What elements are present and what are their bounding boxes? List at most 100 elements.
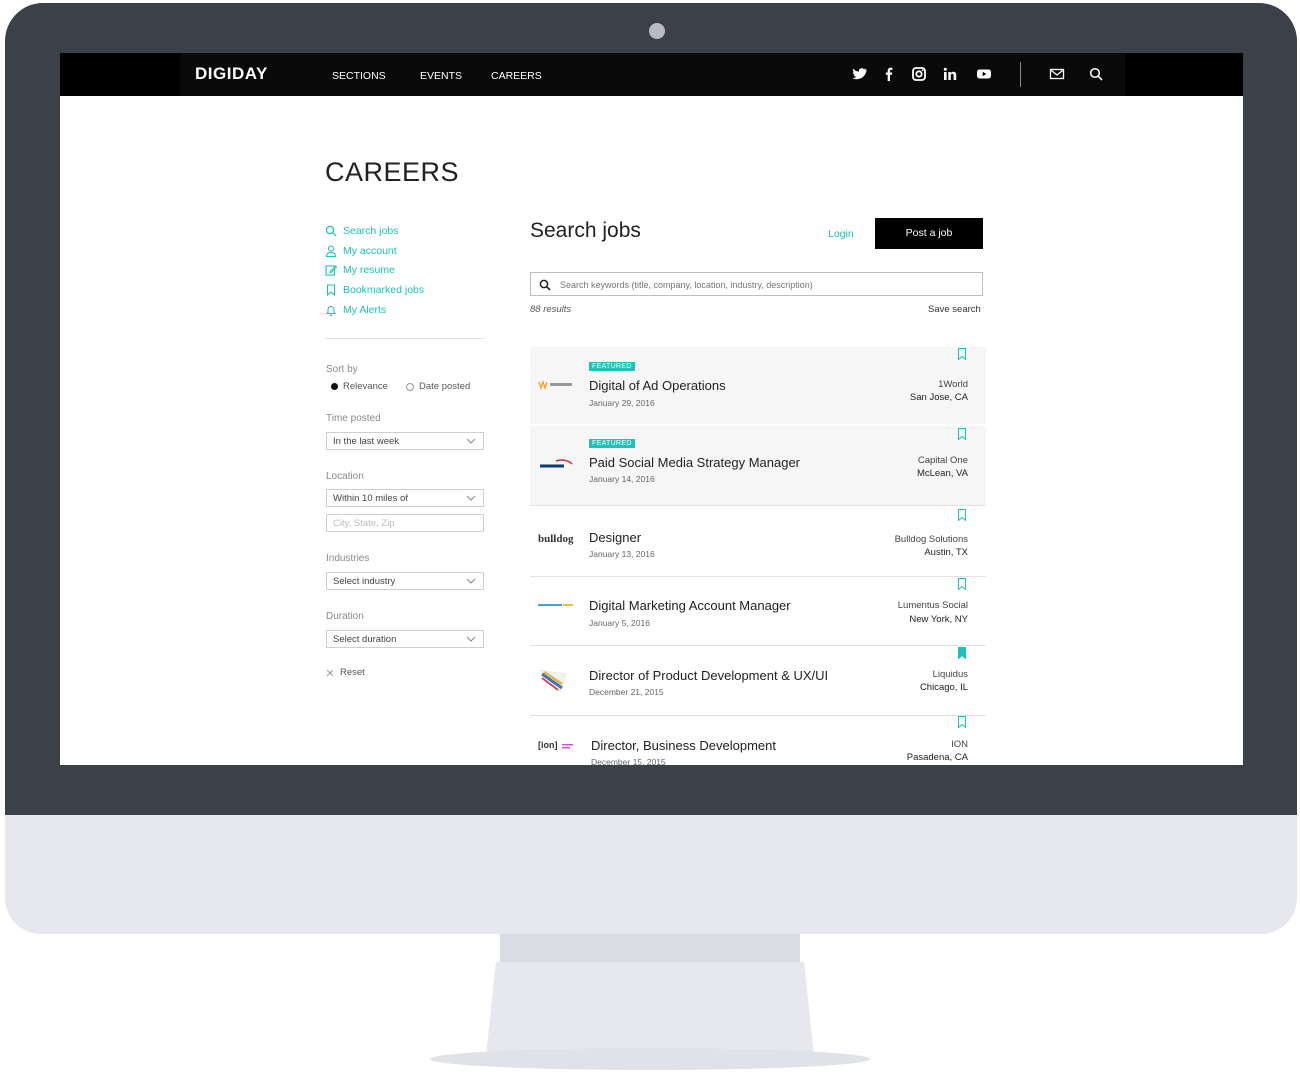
reset-button[interactable]: Reset bbox=[326, 667, 365, 678]
job-location: Chicago, IL bbox=[919, 682, 968, 693]
featured-badge: FEATURED bbox=[589, 439, 635, 448]
job-date: January 5, 2016 bbox=[589, 618, 650, 628]
job-title[interactable]: Director, Business Development bbox=[591, 738, 776, 753]
select-value: Select industry bbox=[333, 576, 396, 587]
sidebar-item-my-alerts[interactable]: My Alerts bbox=[325, 304, 386, 316]
company-logo-ion: [ion] bbox=[538, 740, 558, 750]
job-location: San Jose, CA bbox=[909, 392, 968, 403]
radio-label: Date posted bbox=[419, 381, 471, 392]
job-card[interactable]: [ion] Director, Business Development Dec… bbox=[530, 716, 986, 765]
nav-sections[interactable]: SECTIONS bbox=[332, 70, 386, 82]
linkedin-icon[interactable] bbox=[942, 66, 958, 82]
time-posted-label: Time posted bbox=[326, 413, 381, 424]
location-input[interactable]: City, State, Zip bbox=[326, 514, 484, 532]
location-label: Location bbox=[326, 471, 364, 482]
sidebar-item-label: Search jobs bbox=[343, 225, 399, 237]
youtube-icon[interactable] bbox=[976, 66, 992, 82]
page-title: CAREERS bbox=[325, 157, 460, 187]
industries-select[interactable]: Select industry bbox=[326, 572, 484, 590]
company-logo-liquidus bbox=[539, 669, 567, 693]
user-icon bbox=[325, 245, 337, 257]
sidebar-item-label: My resume bbox=[343, 264, 395, 276]
job-date: December 15, 2015 bbox=[591, 757, 666, 765]
reset-label: Reset bbox=[340, 667, 365, 678]
chevron-down-icon bbox=[466, 636, 476, 642]
job-company: 1World bbox=[938, 379, 968, 390]
job-location: Austin, TX bbox=[924, 547, 968, 558]
search-input[interactable] bbox=[558, 276, 972, 294]
bookmark-icon bbox=[326, 284, 336, 296]
monitor-neck bbox=[500, 934, 800, 962]
bookmark-icon[interactable] bbox=[958, 428, 966, 440]
sidebar-item-bookmarked-jobs[interactable]: Bookmarked jobs bbox=[325, 284, 424, 296]
monitor-stand bbox=[486, 962, 814, 1056]
select-value: In the last week bbox=[333, 436, 400, 447]
sidebar-item-my-account[interactable]: My account bbox=[325, 245, 397, 257]
featured-badge: FEATURED bbox=[589, 362, 635, 371]
sidebar-item-my-resume[interactable]: My resume bbox=[325, 264, 395, 276]
job-card[interactable]: bulldog Designer January 13, 2016 Bulldo… bbox=[530, 508, 986, 577]
monitor-chin bbox=[5, 815, 1297, 934]
site-logo[interactable]: DIGIDAY bbox=[195, 64, 268, 84]
job-card[interactable]: FEATURED Paid Social Media Strategy Mana… bbox=[530, 426, 986, 506]
time-posted-select[interactable]: In the last week bbox=[326, 432, 484, 450]
duration-label: Duration bbox=[326, 611, 364, 622]
job-title[interactable]: Digital of Ad Operations bbox=[589, 378, 726, 393]
login-link[interactable]: Login bbox=[828, 228, 854, 240]
job-card[interactable]: Digital Marketing Account Manager Januar… bbox=[530, 577, 986, 646]
close-icon bbox=[326, 669, 334, 676]
job-location: Pasadena, CA bbox=[906, 752, 968, 763]
results-count: 88 results bbox=[530, 304, 572, 315]
save-search-link[interactable]: Save search bbox=[928, 304, 981, 315]
twitter-icon[interactable] bbox=[851, 66, 867, 82]
bookmark-icon[interactable] bbox=[958, 578, 966, 590]
job-date: January 13, 2016 bbox=[589, 549, 655, 559]
instagram-icon[interactable] bbox=[911, 66, 927, 82]
bookmark-filled-icon[interactable] bbox=[958, 647, 966, 659]
job-date: January 29, 2016 bbox=[589, 398, 655, 408]
sort-by-label: Sort by bbox=[326, 364, 358, 375]
job-company: Capital One bbox=[917, 455, 968, 466]
bookmark-icon[interactable] bbox=[958, 716, 966, 728]
sort-date-posted-radio[interactable]: Date posted bbox=[406, 381, 470, 392]
sidebar-item-search-jobs[interactable]: Search jobs bbox=[325, 225, 398, 237]
navbar-divider bbox=[1020, 62, 1021, 87]
job-search-box bbox=[530, 272, 983, 296]
job-title[interactable]: Designer bbox=[589, 530, 641, 545]
job-card[interactable]: FEATURED Digital of Ad Operations Januar… bbox=[530, 347, 986, 424]
duration-select[interactable]: Select duration bbox=[326, 630, 484, 648]
search-icon bbox=[539, 279, 551, 291]
chevron-down-icon bbox=[466, 495, 476, 501]
job-company: Liquidus bbox=[932, 669, 968, 680]
camera-icon bbox=[649, 23, 665, 39]
mail-icon[interactable] bbox=[1049, 66, 1065, 82]
job-company: ION bbox=[951, 739, 968, 750]
sort-relevance-radio[interactable]: Relevance bbox=[331, 381, 388, 392]
location-radius-select[interactable]: Within 10 miles of bbox=[326, 489, 484, 507]
company-logo-bulldog: bulldog bbox=[538, 533, 574, 545]
company-logo-1world bbox=[538, 379, 572, 391]
job-title[interactable]: Digital Marketing Account Manager bbox=[589, 598, 791, 613]
bookmark-icon[interactable] bbox=[958, 509, 966, 521]
sidebar-item-label: My Alerts bbox=[343, 304, 387, 316]
job-location: McLean, VA bbox=[916, 468, 968, 479]
job-date: December 21, 2015 bbox=[589, 687, 664, 697]
search-icon[interactable] bbox=[1088, 66, 1104, 82]
bell-icon bbox=[325, 306, 337, 316]
bookmark-icon[interactable] bbox=[958, 348, 966, 360]
company-logo-capital-one bbox=[540, 459, 573, 468]
nav-events[interactable]: EVENTS bbox=[420, 70, 462, 82]
job-company: Bulldog Solutions bbox=[894, 534, 968, 545]
post-job-button[interactable]: Post a job bbox=[875, 218, 983, 249]
top-navbar: DIGIDAY SECTIONS EVENTS CAREERS bbox=[60, 53, 1243, 96]
facebook-icon[interactable] bbox=[881, 66, 897, 82]
job-title[interactable]: Paid Social Media Strategy Manager bbox=[589, 455, 800, 470]
job-company: Lumentus Social bbox=[897, 600, 968, 611]
chevron-down-icon bbox=[466, 578, 476, 584]
search-jobs-heading: Search jobs bbox=[530, 219, 641, 242]
job-card[interactable]: Director of Product Development & UX/UI … bbox=[530, 646, 986, 716]
job-title[interactable]: Director of Product Development & UX/UI bbox=[589, 668, 828, 683]
search-icon bbox=[325, 225, 337, 237]
nav-careers[interactable]: CAREERS bbox=[491, 70, 542, 82]
sidebar-item-label: Bookmarked jobs bbox=[343, 284, 425, 296]
